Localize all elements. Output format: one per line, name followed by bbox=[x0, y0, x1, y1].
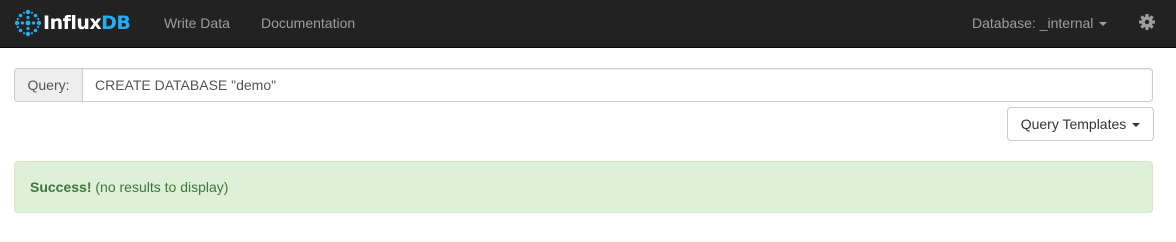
nav-documentation-link[interactable]: Documentation bbox=[261, 0, 355, 47]
brand-name: InfluxDB bbox=[43, 8, 131, 38]
caret-down-icon bbox=[1132, 123, 1141, 128]
query-input[interactable] bbox=[82, 68, 1153, 102]
query-input-group: Query: bbox=[14, 68, 1153, 102]
brand-logo-link[interactable]: InfluxDB bbox=[14, 8, 131, 38]
brand-name-accent: DB bbox=[101, 12, 131, 34]
top-navbar: InfluxDB Write Data Documentation Databa… bbox=[0, 0, 1176, 48]
query-templates-button[interactable]: Query Templates bbox=[1007, 107, 1154, 141]
caret-down-icon bbox=[1099, 22, 1108, 27]
database-dropdown[interactable]: Database: _internal bbox=[972, 0, 1108, 47]
query-label: Query: bbox=[14, 68, 82, 102]
influxdb-logo-icon bbox=[14, 9, 42, 37]
gear-icon[interactable] bbox=[1138, 13, 1156, 31]
alert-title: Success! bbox=[30, 179, 92, 195]
success-alert: Success! (no results to display) bbox=[14, 161, 1153, 213]
brand-name-light: Influx bbox=[43, 12, 102, 34]
database-dropdown-label: Database: _internal bbox=[972, 15, 1094, 31]
nav-write-data-link[interactable]: Write Data bbox=[164, 0, 230, 47]
alert-message: (no results to display) bbox=[91, 179, 229, 195]
query-templates-label: Query Templates bbox=[1020, 116, 1127, 132]
